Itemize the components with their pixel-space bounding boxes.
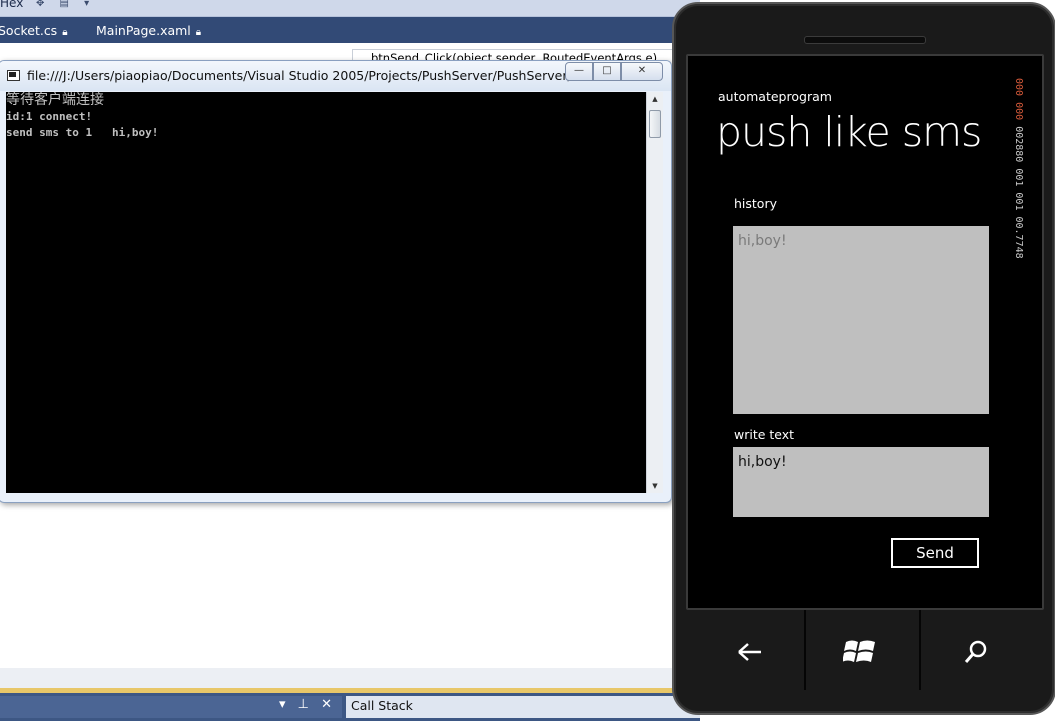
console-line: id:1 connect! [6,110,93,123]
search-button[interactable] [956,632,996,672]
tab-mainpage-xaml[interactable]: MainPage.xaml 🔒︎ [96,21,201,41]
hardware-divider [919,610,921,690]
editor-bottom-strip [0,668,700,688]
console-app-icon [7,70,20,81]
console-titlebar[interactable]: file:///J:/Users/piaopiao/Documents/Visu… [0,61,671,91]
back-icon [738,643,761,661]
console-line: send sms to 1 hi,boy! [6,126,159,139]
minimize-button[interactable]: — [565,62,593,81]
vs-toolbar: Hex ✥ ▤ ▾ [0,0,700,17]
close-button[interactable]: ✕ [621,62,663,81]
windows-icon [843,640,875,662]
phone-speaker [804,36,926,44]
history-label: history [734,196,777,211]
toolbar-icons[interactable]: ✥ ▤ ▾ [36,0,95,9]
panel-controls[interactable]: ▾ ⊥ ✕ [279,697,336,712]
left-tool-panel[interactable]: ▾ ⊥ ✕ [0,696,342,718]
lock-icon: 🔒︎ [195,27,202,38]
send-button[interactable]: Send [891,538,979,568]
console-title: file:///J:/Users/piaopiao/Documents/Visu… [27,68,592,83]
back-button[interactable] [730,632,770,672]
history-text: hi,boy! [738,233,787,249]
console-scrollbar[interactable]: ▲ ▼ [646,92,663,493]
tab-socket-cs[interactable]: Socket.cs 🔒︎ [0,21,68,41]
window-controls: — □ ✕ [565,62,663,81]
scroll-up-arrow-icon[interactable]: ▲ [647,92,663,106]
bottom-panels: ▾ ⊥ ✕ Call Stack [0,693,700,721]
call-stack-title: Call Stack [351,698,413,713]
history-textbox[interactable]: hi,boy! [733,226,989,414]
search-icon [964,640,987,663]
scroll-thumb[interactable] [649,110,661,138]
console-lines: 等待客户端连接 id:1 connect! send sms to 1 hi,b… [6,92,158,141]
hex-label: Hex [0,0,24,10]
write-text-value: hi,boy! [738,454,787,470]
call-stack-panel[interactable]: Call Stack [346,696,700,718]
console-output[interactable]: 等待客户端连接 id:1 connect! send sms to 1 hi,b… [6,92,646,493]
console-window: file:///J:/Users/piaopiao/Documents/Visu… [0,60,672,503]
page-title: push like sms [716,108,982,156]
document-tabs: Socket.cs 🔒︎ MainPage.xaml 🔒︎ [0,17,700,43]
console-line: 等待客户端连接 [6,92,104,108]
lock-icon: 🔒︎ [62,27,68,38]
hardware-divider [804,610,806,690]
write-text-label: write text [734,427,795,442]
tab-label: MainPage.xaml [96,23,191,38]
scroll-down-arrow-icon[interactable]: ▼ [647,479,663,493]
app-title: automateprogram [718,89,832,104]
start-button[interactable] [840,632,880,672]
write-text-input[interactable]: hi,boy! [733,447,989,517]
maximize-button[interactable]: □ [593,62,621,81]
frame-rate-counters: 000 000 002880 001 001 00.7748 [1010,78,1024,328]
frame-counter-values: 002880 001 001 00.7748 [1013,126,1024,259]
frame-counter-red: 000 000 [1013,78,1024,121]
tab-label: Socket.cs [0,23,58,38]
